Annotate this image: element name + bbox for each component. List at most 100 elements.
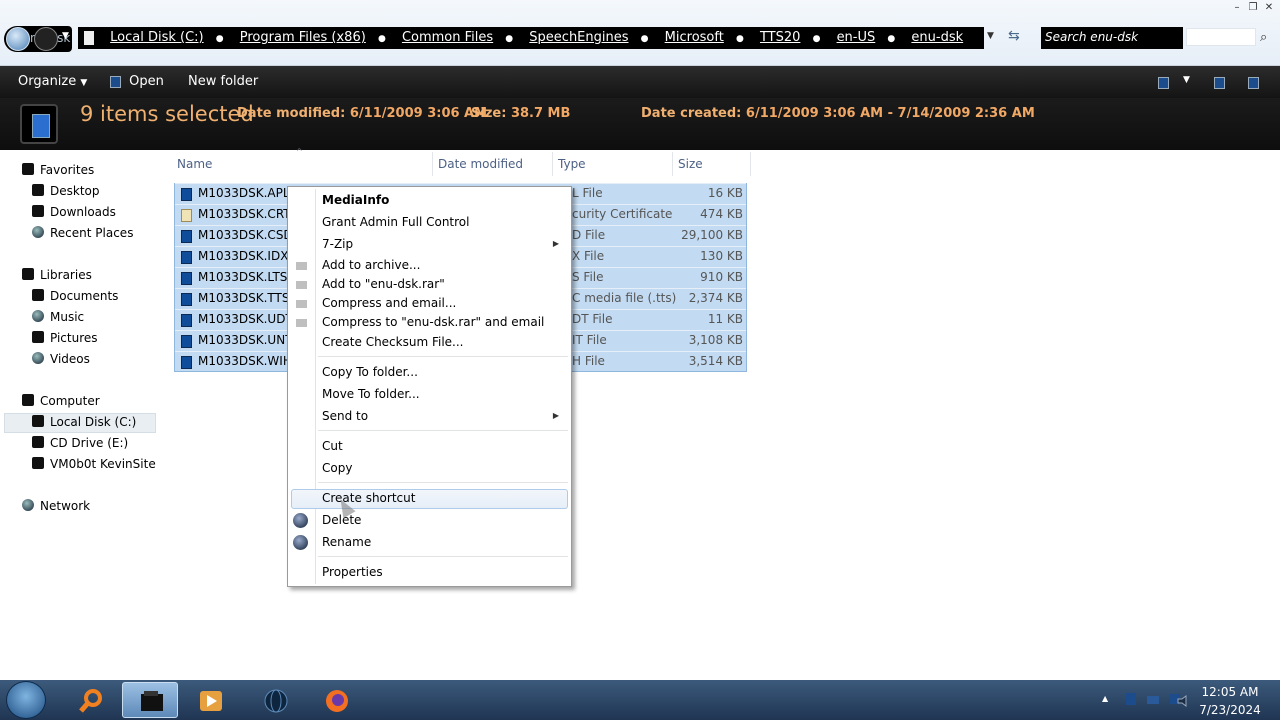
nav-videos[interactable]: Videos (32, 349, 90, 369)
menu-item-copy-to[interactable]: Copy To folder... (322, 365, 418, 379)
organize-button[interactable]: Organize ▼ (18, 74, 87, 89)
nav-cd-drive[interactable]: CD Drive (E:) (32, 433, 128, 453)
taskbar-search-app[interactable] (62, 682, 118, 718)
taskbar-firefox-app[interactable] (308, 682, 364, 718)
menu-item-copy[interactable]: Copy (322, 461, 352, 475)
menu-item-mediainfo[interactable]: MediaInfo (322, 193, 389, 207)
column-divider[interactable] (750, 152, 751, 176)
file-size: 474 KB (700, 207, 743, 221)
breadcrumb-separator-icon[interactable]: ● (216, 34, 224, 44)
breadcrumb-tts20[interactable]: TTS20 (760, 30, 800, 45)
menu-item-add-rar[interactable]: Add to "enu-dsk.rar" (322, 277, 445, 291)
nav-libraries[interactable]: Libraries (22, 265, 92, 285)
breadcrumb-common-files[interactable]: Common Files (402, 30, 493, 45)
show-hidden-icons-icon[interactable]: ▲ (1102, 694, 1108, 703)
nav-network[interactable]: Network (22, 496, 90, 516)
file-size: 16 KB (707, 186, 743, 200)
open-label: Open (129, 74, 164, 89)
menu-item-compress-email[interactable]: Compress and email... (322, 296, 456, 310)
nav-computer[interactable]: Computer (22, 391, 100, 411)
column-divider[interactable] (432, 152, 433, 176)
nav-documents[interactable]: Documents (32, 286, 118, 306)
menu-item-cut[interactable]: Cut (322, 439, 343, 453)
nav-downloads[interactable]: Downloads (32, 202, 116, 222)
selected-files-icon (20, 104, 58, 144)
menu-item-properties[interactable]: Properties (322, 565, 383, 579)
breadcrumb-microsoft[interactable]: Microsoft (665, 30, 724, 45)
view-options-icon[interactable] (1158, 75, 1169, 90)
title-bar: – ❐ ✕ nu-dsk ▼ Local Disk (C:) ● Program… (0, 0, 1280, 66)
view-dropdown-icon[interactable]: ▼ (1183, 75, 1190, 85)
details-header: 9 items selected Date modified: 6/11/200… (0, 98, 1280, 150)
breadcrumb-separator-icon[interactable]: ● (378, 34, 386, 44)
clock-time[interactable]: 12:05 AM (1190, 685, 1270, 699)
nav-recent-places[interactable]: Recent Places (32, 223, 133, 243)
navigation-pane: Favorites Desktop Downloads Recent Place… (0, 150, 160, 680)
sort-ascending-icon: ^ (296, 147, 303, 156)
tray-app-icon[interactable] (1124, 692, 1138, 706)
nav-pictures[interactable]: Pictures (32, 328, 98, 348)
clock-date[interactable]: 7/23/2024 (1190, 703, 1270, 717)
minimize-button[interactable]: – (1230, 2, 1244, 15)
open-button[interactable]: Open (110, 74, 164, 89)
column-date-modified[interactable]: Date modified (438, 157, 523, 171)
nav-music[interactable]: Music (32, 307, 84, 327)
menu-separator (318, 356, 568, 357)
network-icon (22, 499, 34, 511)
menu-item-add-archive[interactable]: Add to archive... (322, 258, 420, 272)
new-folder-button[interactable]: New folder (188, 74, 258, 89)
breadcrumb-speechengines[interactable]: SpeechEngines (529, 30, 628, 45)
taskbar-explorer-app[interactable] (122, 682, 178, 718)
documents-icon (32, 289, 44, 301)
menu-item-move-to[interactable]: Move To folder... (322, 387, 420, 401)
breadcrumb-separator-icon[interactable]: ● (505, 34, 513, 44)
column-name[interactable]: Name (177, 157, 212, 171)
breadcrumb-program-files[interactable]: Program Files (x86) (240, 30, 366, 45)
breadcrumb-enu-dsk[interactable]: enu-dsk (911, 30, 963, 45)
breadcrumb-separator-icon[interactable]: ● (887, 34, 895, 44)
close-button[interactable]: ✕ (1262, 2, 1276, 15)
menu-item-checksum[interactable]: Create Checksum File... (322, 335, 464, 349)
nav-label: Documents (50, 289, 119, 303)
address-dropdown-icon[interactable]: ▼ (987, 31, 994, 41)
menu-item-7zip[interactable]: 7-Zip (322, 237, 353, 251)
volume-icon[interactable] (1176, 694, 1190, 708)
menu-item-send-to[interactable]: Send to (322, 409, 368, 423)
nav-network-drive[interactable]: VM0b0t KevinSite (32, 454, 156, 474)
menu-item-grant-admin[interactable]: Grant Admin Full Control (322, 215, 469, 229)
nav-favorites[interactable]: Favorites (22, 160, 94, 180)
breadcrumb-separator-icon[interactable]: ● (736, 34, 744, 44)
file-name: M1033DSK.UDT (198, 312, 293, 326)
preview-pane-icon[interactable] (1214, 75, 1225, 90)
menu-item-rename[interactable]: Rename (322, 535, 371, 549)
column-divider[interactable] (552, 152, 553, 176)
file-name: M1033DSK.IDX (198, 249, 289, 263)
start-button[interactable] (6, 681, 46, 719)
menu-item-compress-rar-email[interactable]: Compress to "enu-dsk.rar" and email (322, 315, 544, 329)
action-center-icon[interactable] (1146, 692, 1160, 706)
search-input[interactable]: Search enu-dsk (1041, 27, 1183, 49)
search-field-extension[interactable] (1186, 28, 1256, 46)
nav-local-disk[interactable]: Local Disk (C:) (32, 412, 136, 432)
help-icon[interactable] (1248, 75, 1259, 90)
nav-desktop[interactable]: Desktop (32, 181, 100, 201)
breadcrumb-en-us[interactable]: en-US (837, 30, 876, 45)
back-arrow-icon[interactable] (6, 27, 30, 51)
column-type[interactable]: Type (558, 157, 586, 171)
maximize-button[interactable]: ❐ (1246, 2, 1260, 15)
taskbar-media-app[interactable] (182, 682, 238, 718)
nav-label: Pictures (50, 331, 98, 345)
media-player-icon (200, 691, 222, 711)
column-divider[interactable] (672, 152, 673, 176)
forward-arrow-icon[interactable] (34, 27, 58, 51)
address-bar[interactable]: Local Disk (C:) ● Program Files (x86) ● … (78, 27, 984, 49)
search-icon[interactable]: ⌕ (1260, 30, 1267, 45)
breadcrumb-separator-icon[interactable]: ● (641, 34, 649, 44)
recent-pages-dropdown-icon[interactable]: ▼ (62, 31, 69, 41)
refresh-icon[interactable]: ⇆ (1008, 28, 1020, 44)
breadcrumb-local-disk[interactable]: Local Disk (C:) (110, 30, 203, 45)
taskbar-network-app[interactable] (247, 682, 303, 718)
back-forward-buttons[interactable]: nu-dsk ▼ (4, 26, 72, 52)
breadcrumb-separator-icon[interactable]: ● (813, 34, 821, 44)
column-size[interactable]: Size (678, 157, 703, 171)
